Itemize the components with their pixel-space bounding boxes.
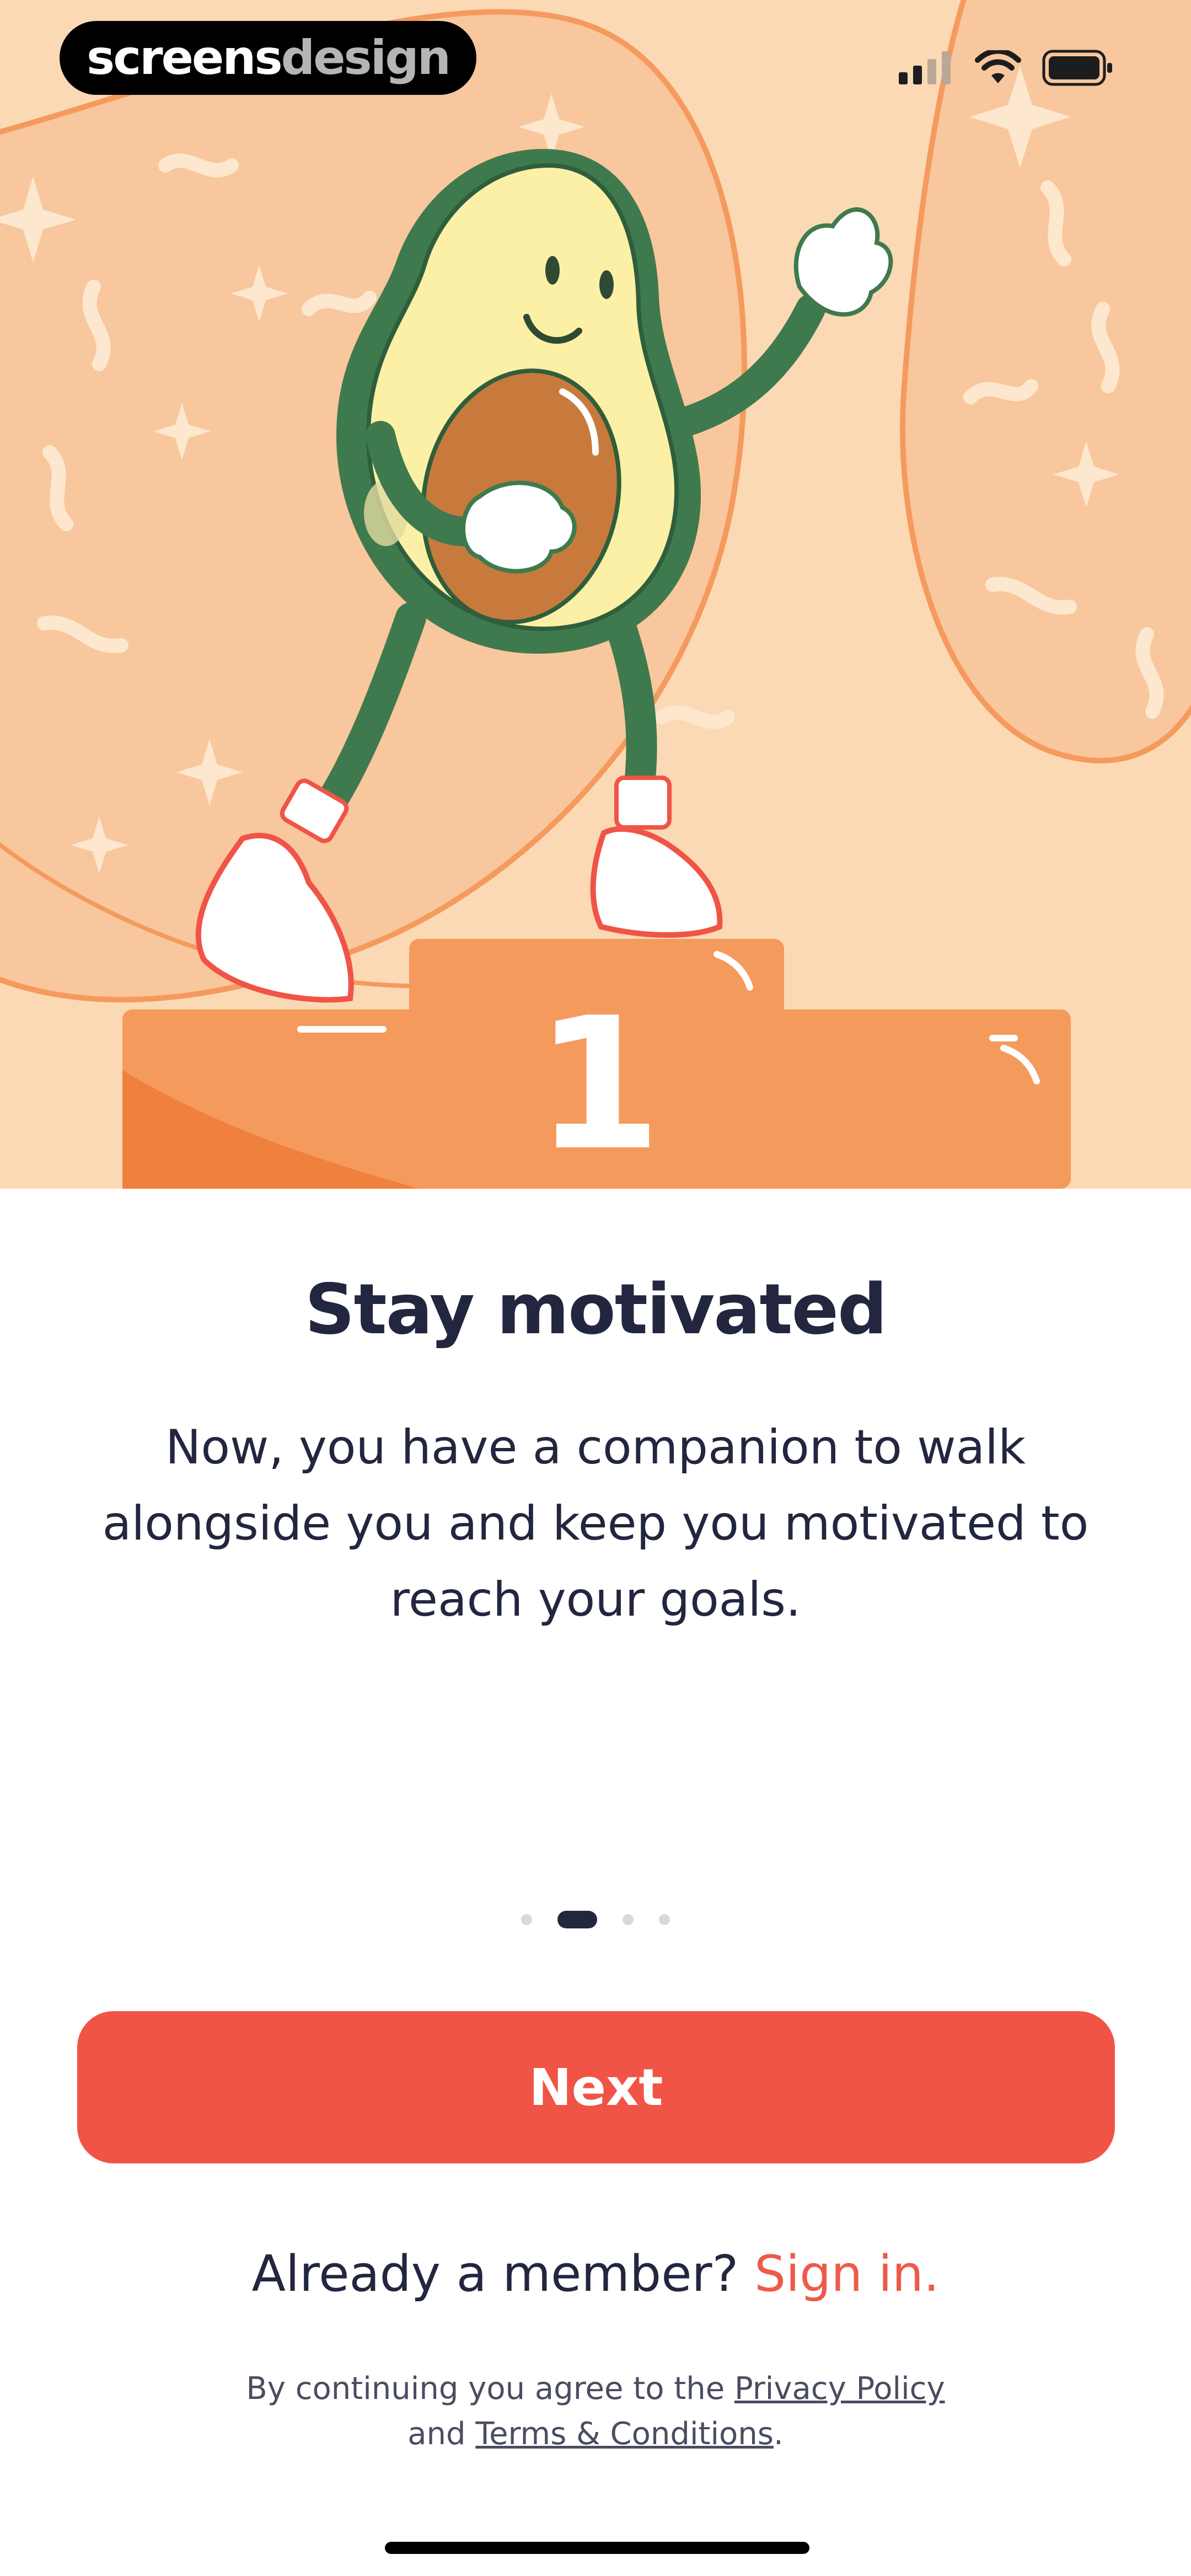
page-dot-1[interactable] (521, 1914, 532, 1925)
status-bar-icons (899, 49, 1114, 87)
onboarding-description: Now, you have a companion to walk alongs… (102, 1420, 1089, 1627)
legal-and: and (407, 2416, 466, 2452)
member-signin-line: Already a member? Sign in. (0, 2245, 1191, 2303)
onboarding-title: Stay motivated (304, 1269, 887, 1350)
brand-text-screens: screens (87, 30, 283, 85)
wifi-icon (975, 50, 1021, 83)
page-dot-3[interactable] (623, 1914, 634, 1925)
hero-illustration: 1 (0, 0, 1191, 1189)
hero-artwork: 1 (0, 0, 1191, 1189)
cellular-signal-icon (899, 51, 951, 84)
page-dot-2-active[interactable] (557, 1911, 597, 1928)
home-indicator[interactable] (385, 2542, 809, 2554)
onboarding-screen: 1 screens design Stay motivated Now, you… (0, 0, 1191, 2576)
battery-icon (1042, 50, 1112, 86)
screensdesign-badge: screens design (60, 21, 476, 95)
member-prompt: Already a member? (251, 2245, 739, 2303)
legal-notice: By continuing you agree to the Privacy P… (0, 2366, 1191, 2457)
terms-conditions-link[interactable]: Terms & Conditions (475, 2416, 774, 2452)
legal-suffix: . (773, 2416, 784, 2452)
glove-raised (793, 207, 893, 317)
brand-text-design: design (281, 30, 451, 85)
privacy-policy-link[interactable]: Privacy Policy (734, 2371, 945, 2407)
page-indicator (0, 1909, 1191, 1931)
legal-prefix: By continuing you agree to the (246, 2371, 725, 2407)
next-button[interactable]: Next (77, 2011, 1115, 2163)
podium-number: 1 (535, 979, 662, 1189)
sign-in-link[interactable]: Sign in. (754, 2245, 940, 2303)
page-dot-4[interactable] (659, 1914, 670, 1925)
